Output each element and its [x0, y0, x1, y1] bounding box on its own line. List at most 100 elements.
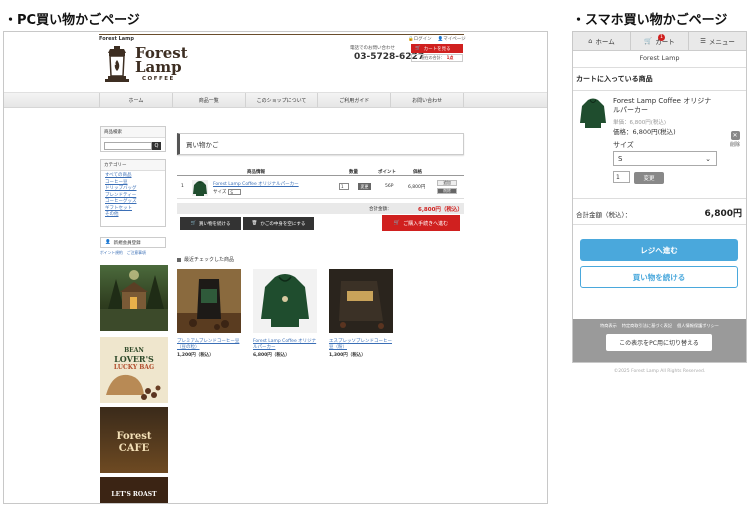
cart-icon: 🛒 — [644, 37, 653, 45]
sp-checkout-button[interactable]: レジへ進む — [580, 239, 738, 261]
tel-label: 電話でのお問い合わせ — [350, 46, 395, 51]
header-brand-small: Forest Lamp — [99, 36, 134, 42]
sidebar-category-box: カテゴリー すべての商品 コーヒー豆 ドリップバッグ ブレンドティー コーヒーグ… — [100, 159, 166, 227]
tab-cart[interactable]: 🛒 カート 1 — [631, 32, 689, 50]
nav-item-products[interactable]: 商品一覧 — [171, 93, 245, 107]
recent-item-price: 1,200円（税込） — [177, 353, 214, 358]
banner-lets-roast[interactable]: LET'S ROAST — [100, 477, 168, 503]
pc-cart-page: Forest Lamp Forest Lamp COFFEE 電話でのお問い合わ… — [3, 31, 548, 504]
row-points: 56P — [385, 184, 394, 189]
nav-item-about[interactable]: このショップについて — [244, 93, 318, 107]
cart-icon: 🛒 — [415, 46, 421, 51]
sp-cart-item: Forest Lamp Coffee オリジナルパーカー 単価：6,800円(税… — [573, 91, 746, 199]
recent-item-price: 6,800円（税込） — [253, 353, 290, 358]
sp-total-label: 合計金額（税込）： — [576, 211, 632, 219]
search-title: 商品検索 — [101, 127, 165, 138]
trash-icon: 🗑 — [251, 221, 258, 226]
checkout-button[interactable]: 🛒 ご購入手続きへ進む — [382, 215, 460, 231]
view-cart-label: カートを見る — [423, 46, 451, 52]
sp-brand[interactable]: Forest Lamp — [573, 54, 746, 64]
product-link[interactable]: Forest Lamp Coffee オリジナルパーカー — [213, 181, 299, 187]
mypage-link[interactable]: 👤マイページ — [438, 36, 466, 42]
quantity-input[interactable]: 1 — [339, 183, 349, 190]
col-qty: 数量 — [349, 170, 358, 175]
search-input[interactable] — [104, 142, 152, 150]
recent-item-name[interactable]: エスプレッソブレンドコーヒー豆（粉） — [329, 339, 393, 351]
login-link[interactable]: 🔒ログイン — [408, 36, 432, 42]
sp-section-heading: ・スマホ買い物かごページ — [572, 13, 728, 28]
sp-change-button[interactable]: 変更 — [634, 172, 664, 184]
sp-quantity-input[interactable]: 1 — [613, 171, 630, 183]
category-link-other[interactable]: その他 — [105, 212, 161, 219]
footer-link-legal[interactable]: 特商表示 — [600, 323, 617, 329]
total-label: 合計金額： — [369, 207, 392, 212]
member-register-button[interactable]: 👤 新規会員登録 — [100, 237, 166, 248]
recent-item-card[interactable]: Forest Lamp Coffee オリジナルパーカー 6,800円（税込） — [253, 269, 317, 358]
recent-item-card[interactable]: エスプレッソブレンドコーヒー豆（粉） 1,300円（税込） — [329, 269, 393, 358]
sp-section-title: カートに入っている商品 — [573, 67, 746, 91]
banner-forest-cafe[interactable]: Forest CAFE — [100, 407, 168, 473]
hoodie-image[interactable] — [253, 269, 317, 333]
sidebar-links: ポイント規約 ご注意事項 — [100, 250, 146, 256]
chevron-down-icon: ⌄ — [705, 154, 711, 163]
recent-item-name[interactable]: Forest Lamp Coffee オリジナルパーカー — [253, 339, 317, 351]
switch-to-pc-button[interactable]: この表示をPC用に切り替える — [606, 334, 712, 351]
sp-cart-page: ⌂ ホーム 🛒 カート 1 ☰ メニュー Forest Lamp カートに入っている商… — [572, 31, 747, 363]
sp-item-unit-price: 単価：6,800円(税込) — [613, 120, 667, 126]
hoodie-thumbnail[interactable] — [578, 97, 608, 131]
home-icon: ⌂ — [588, 37, 593, 45]
sp-item-name[interactable]: Forest Lamp Coffee オリジナルパーカー — [613, 97, 718, 115]
size-select[interactable]: S — [228, 189, 242, 195]
tab-home[interactable]: ⌂ ホーム — [573, 32, 631, 50]
empty-cart-button[interactable]: 🗑 かごの中身を空にする — [243, 217, 314, 230]
delete-button[interactable]: 削除 — [437, 188, 457, 194]
tab-menu[interactable]: ☰ メニュー — [689, 32, 746, 50]
banner-forest-cabin[interactable] — [100, 265, 168, 331]
notes-link[interactable]: ご注意事項 — [127, 250, 146, 256]
coffee-bag-image[interactable] — [177, 269, 241, 333]
footer-link-tokusho[interactable]: 特定商取引法に基づく表記 — [622, 323, 672, 329]
nav-item-guide[interactable]: ご利用ガイド — [317, 93, 390, 107]
pc-section-heading: ・PC買い物かごページ — [4, 13, 140, 28]
logo-word-lamp: Lamp — [135, 58, 182, 76]
square-bullet-icon — [177, 257, 181, 262]
col-points: ポイント — [378, 170, 396, 175]
continue-shopping-button[interactable]: 🛒 買い物を続ける — [180, 217, 241, 230]
logo-word-coffee: COFFEE — [142, 76, 175, 82]
cart-count-badge: 1 — [658, 34, 665, 41]
banner-lucky-bag[interactable]: BEAN LOVER'S LUCKY BAG — [100, 337, 168, 403]
col-price: 価格 — [413, 170, 422, 175]
user-icon: 👤 — [105, 240, 111, 245]
category-title: カテゴリー — [101, 160, 165, 171]
row-price: 6,800円 — [408, 185, 426, 190]
cart-title: 買い物かご — [177, 133, 464, 155]
add-favorite-button[interactable]: 追加 — [437, 180, 457, 186]
nav-item-home[interactable]: ホーム — [99, 93, 172, 107]
recent-item-card[interactable]: プレミアムブレンドコーヒー豆（豆の粒） 1,200円（税込） — [177, 269, 241, 358]
col-product: 商品情報 — [247, 170, 265, 175]
recent-item-name[interactable]: プレミアムブレンドコーヒー豆（豆の粒） — [177, 339, 241, 351]
sp-size-select[interactable]: S ⌄ — [613, 151, 717, 166]
sp-delete-button[interactable]: ✕ 削除 — [730, 131, 740, 148]
search-button[interactable]: Q — [152, 142, 161, 150]
header-top-line — [99, 34, 464, 35]
hamburger-icon: ☰ — [700, 37, 706, 45]
quantity-update-button[interactable]: 変更 — [358, 183, 371, 190]
table-row: 1 Forest Lamp Coffee オリジナルパーカー サイズ S 1 変… — [177, 177, 464, 199]
sp-total-value: 6,800円 — [704, 209, 742, 219]
footer-link-privacy[interactable]: 個人情報保護ポリシー — [677, 323, 719, 329]
nav-item-contact[interactable]: お問い合わせ — [390, 93, 464, 107]
cart-icon: 🛒 — [393, 220, 401, 226]
total-value: 6,800円（税込） — [418, 207, 463, 213]
sp-continue-shopping-button[interactable]: 買い物を続ける — [580, 266, 738, 288]
sp-item-price: 価格：6,800円(税込) — [613, 128, 676, 136]
hoodie-thumbnail[interactable] — [192, 180, 208, 196]
sidebar-search-box: 商品検索 Q — [100, 126, 166, 152]
sp-total-row: 合計金額（税込）： 6,800円 — [573, 199, 746, 225]
point-terms-link[interactable]: ポイント規約 — [100, 250, 123, 256]
view-cart-button[interactable]: 🛒 カートを見る — [411, 44, 463, 53]
sp-footer: 特商表示 特定商取引法に基づく表記 個人情報保護ポリシー この表示をPC用に切り… — [573, 319, 746, 362]
cart-table-header: 商品情報 数量 ポイント 価格 — [177, 168, 464, 176]
espresso-bag-image[interactable] — [329, 269, 393, 333]
header-toplinks: 🔒ログイン 👤マイページ — [408, 36, 466, 42]
